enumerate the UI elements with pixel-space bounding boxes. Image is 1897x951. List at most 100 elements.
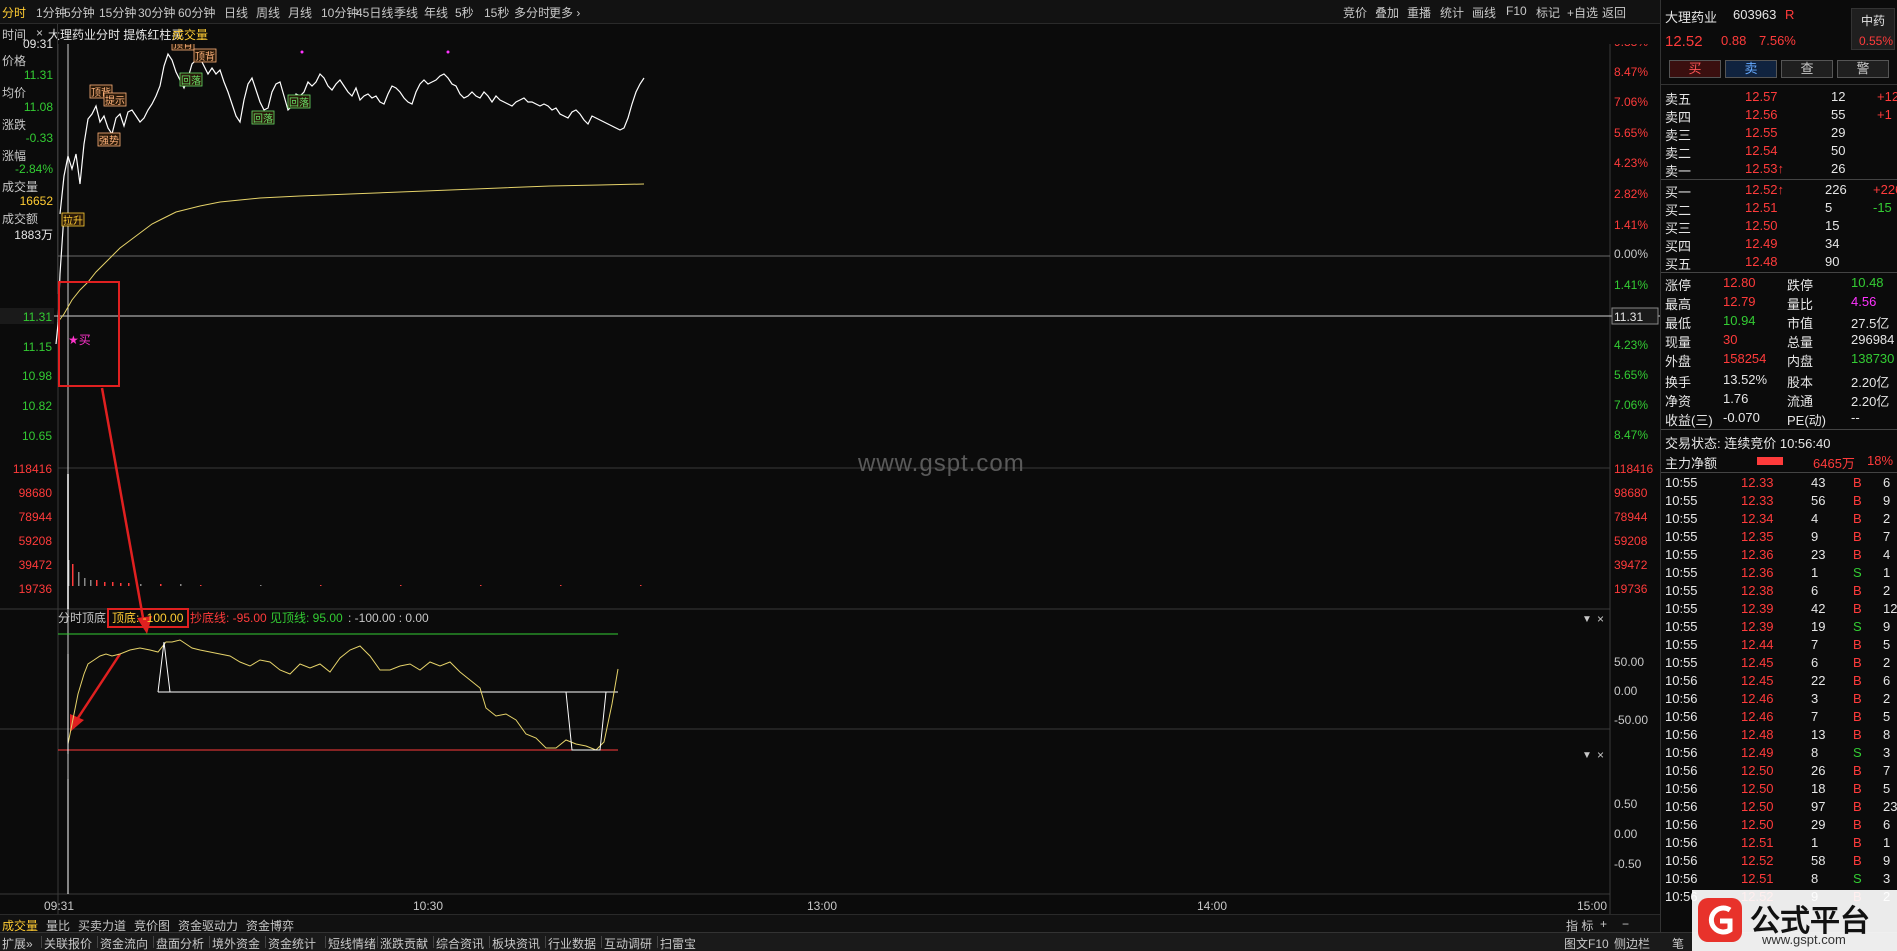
- extension-tab[interactable]: 扩展»: [2, 935, 33, 951]
- extension-tab[interactable]: 资金流向: [100, 935, 148, 951]
- tick-price: 12.39: [1741, 619, 1774, 634]
- stat-value: 2.20亿: [1851, 394, 1890, 409]
- period-tab[interactable]: 月线: [288, 4, 312, 21]
- annotation-arrow-2: [72, 653, 122, 725]
- tab-separator: [265, 936, 266, 948]
- tick-side: B: [1853, 547, 1862, 562]
- chart-tool-button[interactable]: 标记: [1536, 4, 1560, 21]
- period-tab[interactable]: 60分钟: [178, 4, 215, 21]
- extension-tab[interactable]: 短线情绪: [328, 935, 376, 951]
- tick-row: 10:56 12.45 22 B 6: [1661, 672, 1897, 690]
- chart-tool-button[interactable]: F10: [1506, 4, 1527, 18]
- period-tab[interactable]: 10分钟: [321, 4, 358, 21]
- trade-button-0[interactable]: 买: [1669, 60, 1721, 78]
- chart-tool-button[interactable]: +自选: [1567, 4, 1598, 21]
- period-tab[interactable]: 日线: [224, 4, 248, 21]
- period-tab[interactable]: 分时: [2, 4, 26, 21]
- period-tab[interactable]: 多分时: [514, 4, 550, 21]
- extension-tab[interactable]: 行业数据: [548, 935, 596, 951]
- chart-tool-button[interactable]: 叠加: [1375, 4, 1399, 21]
- extension-tab[interactable]: 涨跌贡献: [380, 935, 428, 951]
- divider: [1661, 429, 1897, 430]
- watermark: www.gspt.com: [858, 450, 1025, 477]
- tick-row: 10:55 12.45 6 B 2: [1661, 654, 1897, 672]
- tick-count: 6: [1883, 817, 1891, 832]
- period-tab[interactable]: 年线: [424, 4, 448, 21]
- pct-axis-label: 1.41%: [1614, 278, 1648, 292]
- chart-tool-button[interactable]: 返回: [1602, 4, 1626, 21]
- tab-separator: [545, 936, 546, 948]
- trade-button-3[interactable]: 警: [1837, 60, 1889, 78]
- chart-tool-button[interactable]: 竞价: [1343, 4, 1367, 21]
- indicator-title[interactable]: 分时 提炼红柱买: [96, 26, 183, 43]
- period-tab[interactable]: 季线: [394, 4, 418, 21]
- volume-bar: [96, 580, 98, 586]
- side-tool[interactable]: 侧边栏: [1614, 935, 1650, 951]
- bid-volume: 90: [1825, 254, 1840, 269]
- extension-tab[interactable]: 综合资讯: [436, 935, 484, 951]
- tick-volume: 23: [1811, 547, 1826, 562]
- divider: [1661, 179, 1897, 180]
- ask-price: 12.57: [1745, 89, 1778, 104]
- period-tab[interactable]: 30分钟: [138, 4, 175, 21]
- panel-close-icon[interactable]: ×: [1597, 612, 1604, 626]
- extension-tab[interactable]: 盘面分析: [156, 935, 204, 951]
- extension-tab[interactable]: 境外资金: [212, 935, 260, 951]
- extension-tab[interactable]: 互动调研: [604, 935, 652, 951]
- period-tab[interactable]: 5秒: [455, 4, 474, 21]
- stat-row: 净资 1.76 流通 2.20亿: [1661, 390, 1897, 409]
- period-tab[interactable]: 15秒: [484, 4, 509, 21]
- tab-separator: [657, 936, 658, 948]
- panel-collapse-icon-2[interactable]: ▼: [1582, 750, 1592, 761]
- tab-separator: [209, 936, 210, 948]
- ask-row: 卖五 12.57 12 +12: [1661, 88, 1897, 107]
- period-tab[interactable]: 更多 ›: [549, 4, 580, 21]
- panel-collapse-icon[interactable]: ▼: [1582, 614, 1592, 625]
- bid-volume: 34: [1825, 236, 1840, 251]
- pct-axis-label: 0.00%: [1614, 247, 1648, 261]
- chart-tool-button[interactable]: 重播: [1407, 4, 1431, 21]
- signal-marker-text: 顶背: [173, 44, 193, 51]
- indicator-tool[interactable]: −: [1622, 917, 1629, 931]
- tick-price: 12.45: [1741, 673, 1774, 688]
- chart-tool-button[interactable]: 画线: [1472, 4, 1496, 21]
- period-tab[interactable]: 45日线: [356, 4, 393, 21]
- tick-count: 12: [1883, 601, 1897, 616]
- price-axis-label: 11.15: [23, 340, 52, 354]
- extension-tab[interactable]: 板块资讯: [492, 935, 540, 951]
- period-tab[interactable]: 周线: [256, 4, 280, 21]
- indicator-tool[interactable]: +: [1600, 917, 1607, 931]
- bid-change: -15: [1873, 200, 1892, 215]
- tick-time: 10:56: [1665, 673, 1698, 688]
- bid-row: 买四 12.49 34: [1661, 235, 1897, 254]
- period-tab[interactable]: 5分钟: [64, 4, 95, 21]
- volume-title: 成交量: [172, 28, 209, 42]
- panel-close-icon-2[interactable]: ×: [1597, 748, 1604, 762]
- pct-axis-label: 8.47%: [1614, 65, 1648, 79]
- tick-row: 10:56 12.50 18 B 5: [1661, 780, 1897, 798]
- extension-tab[interactable]: 扫雷宝: [660, 935, 696, 951]
- period-tab[interactable]: 15分钟: [99, 4, 136, 21]
- bid-label: 买五: [1665, 257, 1692, 272]
- tick-side: B: [1853, 709, 1862, 724]
- tick-time: 10:56: [1665, 691, 1698, 706]
- extension-tab[interactable]: 资金统计: [268, 935, 316, 951]
- volume-axis-label-right: 59208: [1614, 534, 1648, 548]
- trade-button-2[interactable]: 查: [1781, 60, 1833, 78]
- indicator-name[interactable]: 分时顶底: [58, 610, 106, 625]
- indicator-tabs-bar: 成交量 量比 买卖力道 竞价图 资金驱动力 资金博弈指 标 + −: [0, 914, 1660, 933]
- tick-price: 12.36: [1741, 565, 1774, 580]
- tick-volume: 19: [1811, 619, 1826, 634]
- trade-button-1[interactable]: 卖: [1725, 60, 1777, 78]
- volume-bar: [140, 584, 142, 586]
- ask-volume: 55: [1831, 107, 1846, 122]
- period-tab[interactable]: 1分钟: [36, 4, 67, 21]
- intraday-chart[interactable]: 11.31 11.15 10.98 10.82 10.65 9.88% 8.47% 7.06%…: [0, 44, 1660, 914]
- side-tool[interactable]: 图文F10: [1564, 935, 1609, 951]
- volume-bar: [120, 583, 122, 586]
- ask-change: +1: [1877, 107, 1892, 122]
- extension-tab[interactable]: 关联报价: [44, 935, 92, 951]
- pct-axis-label: 7.06%: [1614, 95, 1648, 109]
- side-tool[interactable]: 笔: [1672, 935, 1684, 951]
- chart-tool-button[interactable]: 统计: [1440, 4, 1464, 21]
